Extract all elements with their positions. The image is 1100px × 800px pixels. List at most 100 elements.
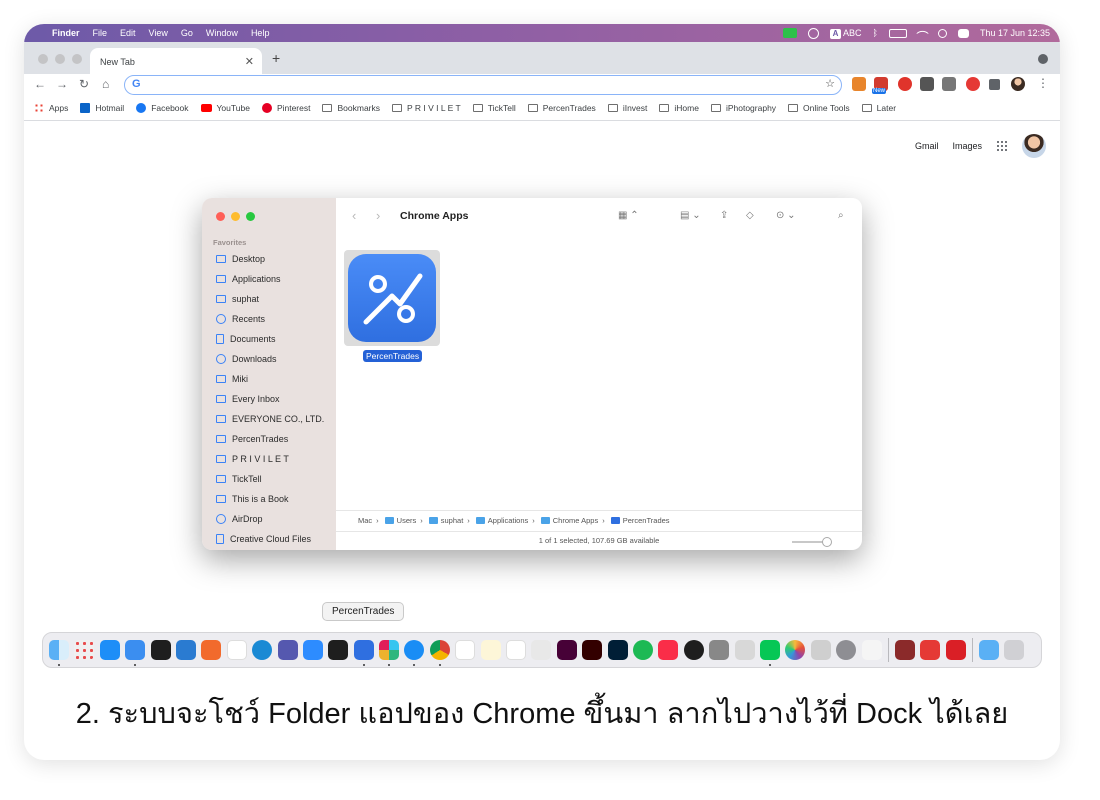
chrome-icon[interactable] (429, 640, 450, 666)
sketch-icon[interactable] (201, 640, 222, 660)
extension-icon-4[interactable] (966, 77, 980, 91)
close-window-icon[interactable] (38, 54, 48, 64)
sidebar-item-downloads[interactable]: Downloads (216, 354, 277, 364)
terminal-icon[interactable] (150, 640, 171, 660)
bookmark-youtube[interactable]: YouTube (200, 103, 250, 113)
sidebar-item-privilet[interactable]: P R I V I L E T (216, 454, 289, 464)
slack-icon[interactable] (379, 640, 400, 666)
input-source[interactable]: A ABC (830, 28, 862, 39)
close-tab-icon[interactable]: ✕ (245, 55, 254, 68)
bluetooth-icon[interactable]: ᛒ (873, 28, 878, 38)
menu-view[interactable]: View (149, 28, 168, 38)
bookmark-folder-later[interactable]: Later (861, 103, 896, 113)
path-applications[interactable]: Applications (488, 516, 528, 525)
percentrades-dock-icon[interactable] (353, 640, 374, 666)
devtools-extension-icon[interactable] (942, 77, 956, 91)
font-book-icon[interactable] (810, 640, 831, 660)
sidebar-item-desktop[interactable]: Desktop (216, 254, 265, 264)
sidebar-item-recents[interactable]: Recents (216, 314, 265, 324)
control-center-icon[interactable] (957, 28, 969, 38)
path-percentrades[interactable]: PercenTrades (623, 516, 670, 525)
line-app-icon[interactable] (783, 28, 797, 38)
finder-dock-icon[interactable] (49, 640, 69, 666)
creative-cloud-dock-icon[interactable] (945, 640, 966, 660)
preview-icon[interactable] (734, 640, 755, 660)
davinci-resolve-icon[interactable] (683, 640, 704, 660)
sidebar-item-every-inbox[interactable]: Every Inbox (216, 394, 280, 404)
chrome-menu-icon[interactable]: ⋮ (1037, 76, 1049, 90)
minimize-window-icon[interactable] (231, 212, 240, 221)
binance-icon[interactable] (328, 640, 349, 660)
sidebar-item-everyone[interactable]: EVERYONE CO., LTD. (216, 414, 324, 424)
menu-go[interactable]: Go (181, 28, 193, 38)
bookmark-folder-iinvest[interactable]: iInvest (607, 103, 647, 113)
path-mac[interactable]: Mac (358, 516, 372, 525)
search-icon[interactable]: ⌕ (838, 210, 844, 221)
reload-icon[interactable]: ↻ (79, 77, 89, 91)
puzzle-extensions-icon[interactable] (989, 79, 1000, 90)
address-bar[interactable]: G ☆ (124, 75, 842, 95)
downloads-stack-icon[interactable] (979, 640, 1000, 660)
share-icon[interactable]: ⇪ (720, 210, 728, 221)
sidebar-item-miki[interactable]: Miki (216, 374, 248, 384)
bookmark-folder-iphotography[interactable]: iPhotography (710, 103, 776, 113)
path-chrome-apps[interactable]: Chrome Apps (553, 516, 598, 525)
music-icon[interactable] (658, 640, 679, 660)
opera-icon[interactable] (898, 77, 912, 91)
extension-icon-1[interactable] (852, 77, 866, 91)
back-chevron-icon[interactable]: ‹ (352, 208, 356, 223)
sidebar-item-this-is-a-book[interactable]: This is a Book (216, 494, 289, 504)
battery-icon[interactable] (888, 28, 907, 38)
images-link[interactable]: Images (952, 141, 982, 151)
sidebar-item-percentrades[interactable]: PercenTrades (216, 434, 288, 444)
sidebar-item-airdrop[interactable]: AirDrop (216, 514, 263, 524)
bookmark-pinterest[interactable]: Pinterest (261, 103, 310, 113)
script-editor-icon[interactable] (861, 640, 882, 660)
teams-icon[interactable] (277, 640, 298, 660)
keynote-icon[interactable] (531, 640, 552, 660)
clock[interactable]: Thu 17 Jun 12:35 (980, 28, 1050, 38)
path-suphat[interactable]: suphat (441, 516, 464, 525)
mail-icon[interactable] (125, 640, 146, 666)
tab-search-icon[interactable] (1038, 54, 1048, 64)
notion-icon[interactable] (226, 640, 247, 660)
adobe-xd-icon[interactable] (556, 640, 577, 660)
forward-chevron-icon[interactable]: › (376, 208, 380, 223)
menu-help[interactable]: Help (251, 28, 270, 38)
google-account-avatar[interactable] (1022, 134, 1046, 158)
sidebar-item-applications[interactable]: Applications (216, 274, 281, 284)
app-store-icon[interactable] (99, 640, 120, 660)
menu-window[interactable]: Window (206, 28, 238, 38)
sidebar-item-documents[interactable]: Documents (216, 334, 276, 344)
close-window-icon[interactable] (216, 212, 225, 221)
gmail-link[interactable]: Gmail (915, 141, 939, 151)
home-icon[interactable]: ⌂ (102, 77, 109, 91)
wifi-icon[interactable] (916, 26, 929, 40)
menu-edit[interactable]: Edit (120, 28, 136, 38)
spotify-icon[interactable] (632, 640, 653, 660)
path-users[interactable]: Users (397, 516, 417, 525)
bookmark-folder-bookmarks[interactable]: Bookmarks (322, 103, 380, 113)
forward-arrow-icon[interactable]: → (56, 77, 68, 91)
group-icon[interactable]: ▤ ⌄ (680, 210, 701, 221)
minimize-window-icon[interactable] (55, 54, 65, 64)
more-actions-icon[interactable]: ⊙ ⌄ (776, 210, 796, 221)
lightroom-classic-icon[interactable] (607, 640, 628, 660)
line-icon[interactable] (759, 640, 780, 666)
spotlight-search-icon[interactable] (937, 28, 947, 38)
trash-icon[interactable] (1004, 640, 1025, 660)
vscode-icon[interactable] (175, 640, 196, 660)
tag-icon[interactable]: ◇ (746, 210, 754, 221)
app-filename-label[interactable]: PercenTrades (363, 350, 423, 362)
new-tab-button[interactable]: + (272, 50, 280, 66)
illustrator-icon[interactable] (582, 640, 603, 660)
sidebar-item-home[interactable]: suphat (216, 294, 259, 304)
launchpad-icon[interactable] (74, 640, 95, 660)
zoom-icon[interactable] (302, 640, 323, 660)
profile-avatar[interactable] (1011, 77, 1025, 91)
photos-icon[interactable] (785, 640, 806, 660)
bookmark-folder-percentrades[interactable]: PercenTrades (527, 103, 596, 113)
bookmark-apps[interactable]: Apps (34, 103, 68, 113)
back-arrow-icon[interactable]: ← (34, 77, 46, 91)
notes-icon[interactable] (480, 640, 501, 660)
